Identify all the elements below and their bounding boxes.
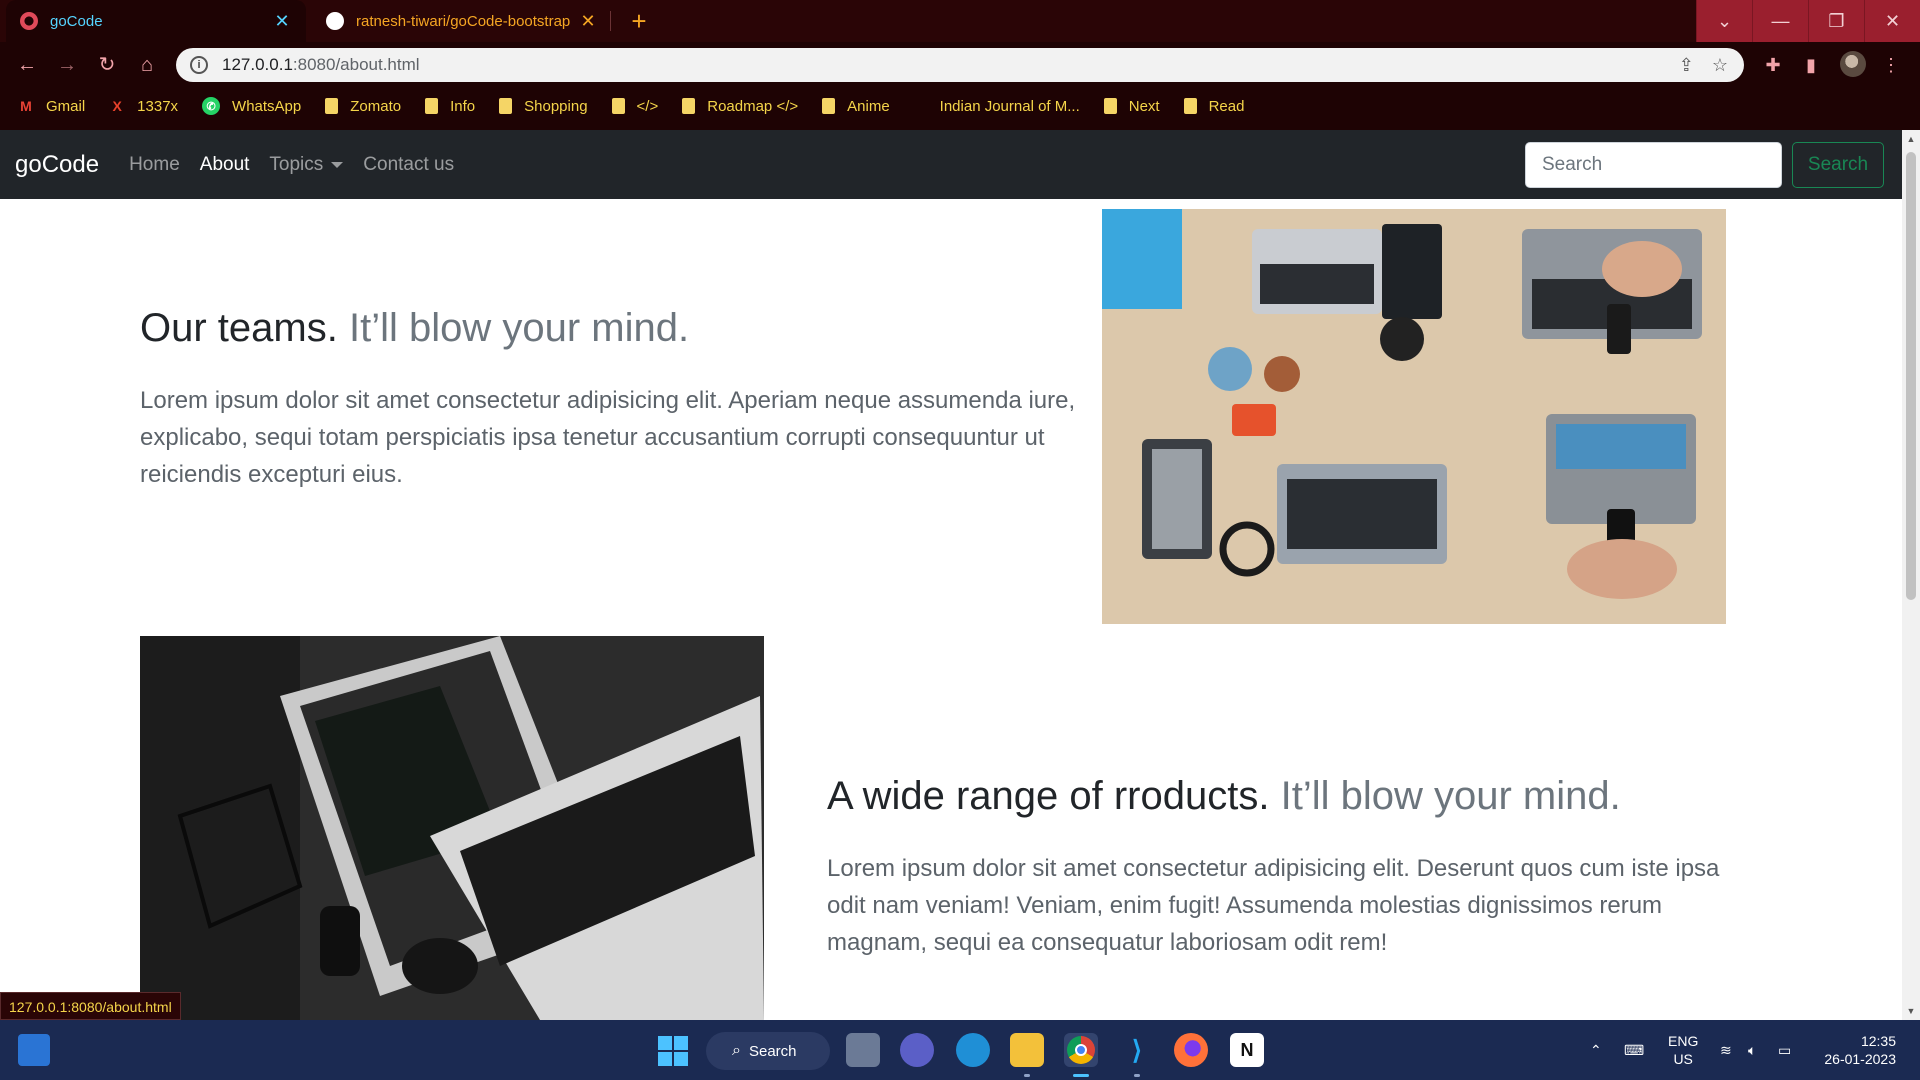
bookmarks-bar: M Gmail X 1337x ✆ WhatsApp Zomato Info Shop… (0, 92, 1920, 120)
bookmark-gmail[interactable]: M Gmail (18, 97, 85, 115)
bookmark-next[interactable]: Next (1103, 98, 1160, 115)
back-arrow-icon[interactable]: ← (12, 50, 42, 80)
active-indicator (1073, 1074, 1089, 1077)
tab-title: ratnesh-tiwari/goCode-bootstrap (356, 12, 571, 30)
bookmark-roadmap[interactable]: Roadmap </> (682, 98, 798, 115)
wifi-icon[interactable]: ≋ (1720, 1020, 1732, 1080)
bookmark-indian-journal[interactable]: Indian Journal of M... (940, 98, 1080, 115)
team-desk-photo (1102, 209, 1726, 624)
bookmark-zomato[interactable]: Zomato (325, 98, 401, 115)
link-status-bubble: 127.0.0.1:8080/about.html (0, 992, 181, 1020)
minimize-button[interactable]: — (1752, 0, 1808, 42)
site-navbar: goCode Home About Topics Contact us Sear… (0, 130, 1902, 199)
tab-gocode[interactable]: goCode ✕ (6, 0, 306, 42)
feature-text: Lorem ipsum dolor sit amet consectetur a… (827, 855, 1720, 956)
bookmark-shopping[interactable]: Shopping (499, 98, 588, 115)
folder-icon (1183, 98, 1197, 114)
bookmark-1337x[interactable]: X 1337x (109, 97, 179, 115)
running-indicator (1024, 1074, 1030, 1077)
restore-button[interactable]: ❐ (1808, 0, 1864, 42)
bookmark-star-icon[interactable]: ☆ (1712, 55, 1728, 76)
close-window-button[interactable]: ✕ (1864, 0, 1920, 42)
close-tab-icon[interactable]: ✕ (272, 11, 292, 32)
nav-topics-dropdown[interactable]: Topics (269, 154, 344, 176)
battery-icon[interactable]: ▭ (1778, 1020, 1791, 1080)
widgets-icon[interactable] (18, 1034, 50, 1066)
search-icon: ⌕ (732, 1042, 741, 1059)
tab-strip: goCode ✕ ratnesh-tiwari/goCode-bootstrap… (0, 0, 1920, 42)
address-bar[interactable]: i 127.0.0.1:8080/about.html ⇪ ☆ (176, 48, 1744, 82)
folder-icon (682, 98, 696, 114)
share-icon[interactable]: ⇪ (1679, 55, 1694, 76)
extensions-puzzle-icon[interactable]: ✚ (1758, 50, 1788, 80)
volume-icon[interactable]: 🔈︎ (1748, 1020, 1756, 1080)
nav-about[interactable]: About (200, 154, 250, 176)
notion-icon[interactable]: N (1230, 1033, 1264, 1067)
bookmark-anime[interactable]: Anime (822, 98, 890, 115)
bookmark-code[interactable]: </> (611, 98, 658, 115)
folder-icon (499, 98, 513, 114)
side-panel-icon[interactable]: ▮ (1796, 50, 1826, 80)
nav-contact[interactable]: Contact us (363, 154, 454, 176)
github-icon (326, 12, 344, 30)
tab-separator (610, 11, 611, 31)
profile-avatar[interactable] (1840, 51, 1866, 77)
windows-taskbar: ⌕ Search ⟩ N ⌃ ⌨ ENG US ≋ 🔈︎ ▭ 12:35 26-… (0, 1020, 1920, 1080)
search-button[interactable]: Search (1792, 142, 1884, 188)
bookmark-info[interactable]: Info (425, 98, 475, 115)
scroll-up-arrow-icon[interactable]: ▲ (1902, 130, 1920, 148)
taskbar-search-button[interactable]: ⌕ Search (706, 1032, 830, 1070)
start-windows-icon[interactable] (658, 1036, 688, 1066)
scroll-down-arrow-icon[interactable]: ▼ (1902, 1002, 1920, 1020)
whatsapp-icon: ✆ (202, 97, 221, 115)
reload-icon[interactable]: ↻ (92, 50, 122, 80)
nav-home[interactable]: Home (129, 154, 180, 176)
site-brand[interactable]: goCode (15, 151, 99, 179)
page-scrollbar[interactable]: ▲ ▼ (1902, 130, 1920, 1020)
laptop-photo (140, 636, 764, 1020)
browser-chrome: goCode ✕ ratnesh-tiwari/goCode-bootstrap… (0, 0, 1920, 130)
keyboard-icon[interactable]: ⌨ (1624, 1020, 1644, 1080)
caret-down-icon (331, 162, 344, 169)
folder-icon (425, 98, 439, 114)
teams-chat-icon[interactable] (900, 1033, 934, 1067)
folder-icon (822, 98, 836, 114)
clock[interactable]: 12:35 26-01-2023 (1820, 1032, 1896, 1068)
folder-icon (611, 98, 625, 114)
browser-toolbar: ← → ↻ ⌂ i 127.0.0.1:8080/about.html ⇪ ☆ … (0, 42, 1920, 88)
chrome-icon[interactable] (1064, 1033, 1098, 1067)
folder-icon (1103, 98, 1117, 114)
window-controls: ⌄ — ❐ ✕ (1696, 0, 1920, 42)
close-tab-icon[interactable]: ✕ (578, 11, 598, 32)
site-info-icon[interactable]: i (190, 56, 208, 74)
feature-text: Lorem ipsum dolor sit amet consectetur a… (140, 387, 1076, 488)
tray-overflow-chevron-icon[interactable]: ⌃ (1590, 1020, 1602, 1080)
new-tab-button[interactable]: + (624, 6, 654, 36)
feature-heading: A wide range of rroducts. It’ll blow you… (827, 774, 1621, 818)
scrollbar-thumb[interactable] (1906, 152, 1916, 600)
firefox-icon[interactable] (1174, 1033, 1208, 1067)
bookmark-read[interactable]: Read (1183, 98, 1244, 115)
tab-github[interactable]: ratnesh-tiwari/goCode-bootstrap ✕ (312, 0, 612, 42)
more-menu-icon[interactable]: ⋮ (1876, 50, 1906, 80)
file-explorer-icon[interactable] (1010, 1033, 1044, 1067)
folder-icon (325, 98, 339, 114)
home-icon[interactable]: ⌂ (132, 50, 162, 80)
1337x-icon: X (112, 98, 122, 114)
tab-search-chevron-icon[interactable]: ⌄ (1696, 0, 1752, 42)
vscode-icon[interactable]: ⟩ (1120, 1033, 1154, 1067)
feature-heading: Our teams. It’ll blow your mind. (140, 306, 690, 350)
forward-arrow-icon[interactable]: → (52, 50, 82, 80)
gocode-favicon-icon (20, 12, 38, 30)
running-indicator (1134, 1074, 1140, 1077)
gmail-icon: M (20, 98, 32, 114)
search-input[interactable]: Search (1525, 142, 1782, 188)
edge-icon[interactable] (956, 1033, 990, 1067)
task-view-icon[interactable] (846, 1033, 880, 1067)
bookmark-whatsapp[interactable]: ✆ WhatsApp (202, 97, 301, 115)
page-viewport: goCode Home About Topics Contact us Sear… (0, 130, 1902, 1020)
tab-title: goCode (50, 12, 103, 30)
url-text: 127.0.0.1:8080/about.html (222, 55, 420, 74)
language-indicator[interactable]: ENG US (1668, 1032, 1698, 1068)
